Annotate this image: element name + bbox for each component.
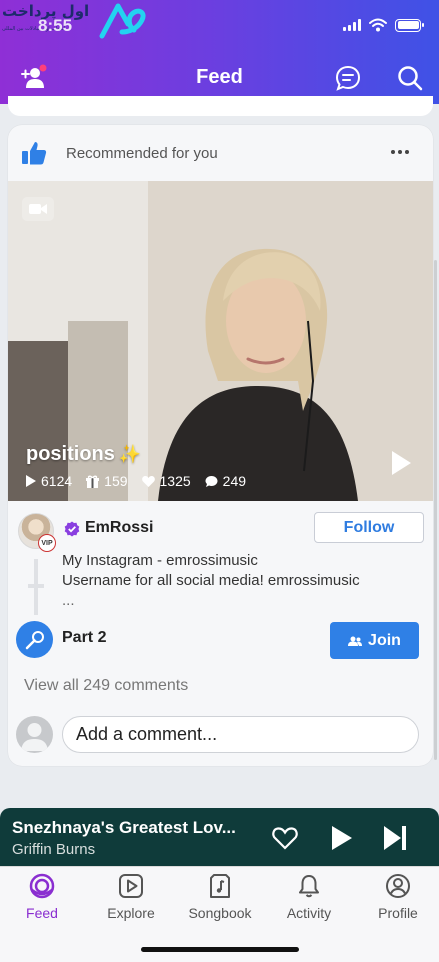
signal-icon bbox=[343, 19, 361, 31]
now-playing-artist: Griffin Burns bbox=[12, 841, 96, 858]
search-icon[interactable] bbox=[396, 64, 424, 92]
tab-feed[interactable]: Feed bbox=[0, 873, 84, 927]
previous-card-edge bbox=[8, 96, 433, 116]
username[interactable]: EmRossi bbox=[85, 519, 153, 537]
join-label: Join bbox=[368, 631, 401, 649]
tab-songbook[interactable]: Songbook bbox=[178, 873, 262, 927]
mic-icon bbox=[16, 621, 53, 658]
skip-next-icon[interactable] bbox=[381, 824, 409, 852]
home-indicator bbox=[141, 947, 299, 952]
post-bio: My Instagram - emrossimusic Username for… bbox=[62, 551, 422, 611]
bio-line-1: My Instagram - emrossimusic bbox=[62, 552, 258, 569]
thumbs-up-icon bbox=[22, 142, 47, 165]
tab-label: Feed bbox=[26, 905, 58, 921]
feed-icon bbox=[29, 873, 55, 899]
join-button[interactable]: Join bbox=[330, 622, 419, 659]
messages-icon[interactable] bbox=[334, 64, 362, 92]
tab-label: Profile bbox=[378, 905, 418, 921]
video-title-text: positions bbox=[26, 443, 115, 465]
status-bar: اول پرداخت انتخاب اول مبادلات بین المللی… bbox=[0, 0, 439, 52]
wifi-icon bbox=[369, 18, 387, 32]
tab-label: Songbook bbox=[188, 905, 252, 921]
part-label: Part 2 bbox=[62, 629, 107, 646]
more-icon[interactable] bbox=[391, 145, 411, 159]
tab-profile[interactable]: Profile bbox=[356, 873, 439, 927]
battery-icon bbox=[395, 18, 424, 32]
follow-button[interactable]: Follow bbox=[314, 512, 424, 543]
gifts-count: 159 bbox=[104, 473, 128, 489]
title-row: Feed bbox=[0, 56, 439, 100]
sparkle-emoji: ✨ bbox=[118, 444, 142, 464]
watermark: اول پرداخت انتخاب اول مبادلات بین المللی bbox=[2, 2, 152, 39]
heart-count-icon bbox=[141, 475, 155, 487]
status-icons bbox=[343, 18, 424, 32]
post-details: VIP EmRossi Follow My Instagram - emross… bbox=[8, 501, 433, 766]
watermark-logo-icon bbox=[99, 3, 146, 39]
tab-label: Activity bbox=[286, 905, 332, 921]
video-stats: 6124 159 1325 249 bbox=[26, 473, 246, 489]
view-comments-link[interactable]: View all 249 comments bbox=[24, 677, 188, 695]
comment-input[interactable]: Add a comment... bbox=[62, 716, 419, 753]
card-header: Recommended for you bbox=[8, 125, 433, 181]
gifts-stat: 159 bbox=[86, 473, 128, 489]
bell-icon bbox=[299, 875, 319, 898]
songbook-icon bbox=[210, 874, 230, 898]
tab-explore[interactable]: Explore bbox=[89, 873, 173, 927]
video-thumbnail[interactable]: positions ✨ 6124 159 1325 249 bbox=[8, 181, 433, 501]
now-playing-title: Snezhnaya's Greatest Lov... bbox=[12, 818, 236, 837]
verified-icon bbox=[64, 521, 80, 537]
bio-more[interactable]: ... bbox=[62, 591, 422, 611]
likes-stat: 1325 bbox=[141, 473, 191, 489]
recommended-label: Recommended for you bbox=[66, 145, 218, 162]
tab-label: Explore bbox=[107, 905, 155, 921]
plus-icon bbox=[28, 578, 44, 594]
play-icon[interactable] bbox=[389, 449, 413, 477]
scrollbar[interactable] bbox=[434, 260, 437, 760]
vip-badge: VIP bbox=[38, 534, 56, 552]
app-header: اول پرداخت انتخاب اول مبادلات بین المللی… bbox=[0, 0, 439, 104]
comments-count: 249 bbox=[222, 473, 247, 489]
status-time: 8:55 bbox=[38, 16, 73, 35]
heart-icon[interactable] bbox=[271, 824, 299, 852]
feed-card: Recommended for you positions ✨ 6124 159… bbox=[8, 125, 433, 766]
play-icon[interactable] bbox=[327, 824, 355, 852]
mini-player[interactable]: Snezhnaya's Greatest Lov... Griffin Burn… bbox=[0, 808, 439, 866]
video-camera-icon bbox=[22, 197, 54, 221]
page-title: Feed bbox=[196, 66, 243, 88]
comments-stat: 249 bbox=[205, 473, 246, 489]
gift-icon bbox=[86, 475, 100, 488]
explore-icon bbox=[119, 874, 143, 898]
comment-avatar bbox=[16, 716, 53, 753]
play-count-icon bbox=[26, 475, 36, 487]
tab-activity[interactable]: Activity bbox=[267, 873, 351, 927]
plays-stat: 6124 bbox=[26, 473, 72, 489]
bio-line-2: Username for all social media! emrossimu… bbox=[62, 572, 360, 589]
likes-count: 1325 bbox=[159, 473, 191, 489]
plays-count: 6124 bbox=[41, 473, 73, 489]
video-title: positions ✨ bbox=[26, 443, 141, 466]
comment-count-icon bbox=[205, 475, 218, 487]
group-icon bbox=[348, 636, 363, 646]
profile-icon bbox=[386, 874, 410, 898]
